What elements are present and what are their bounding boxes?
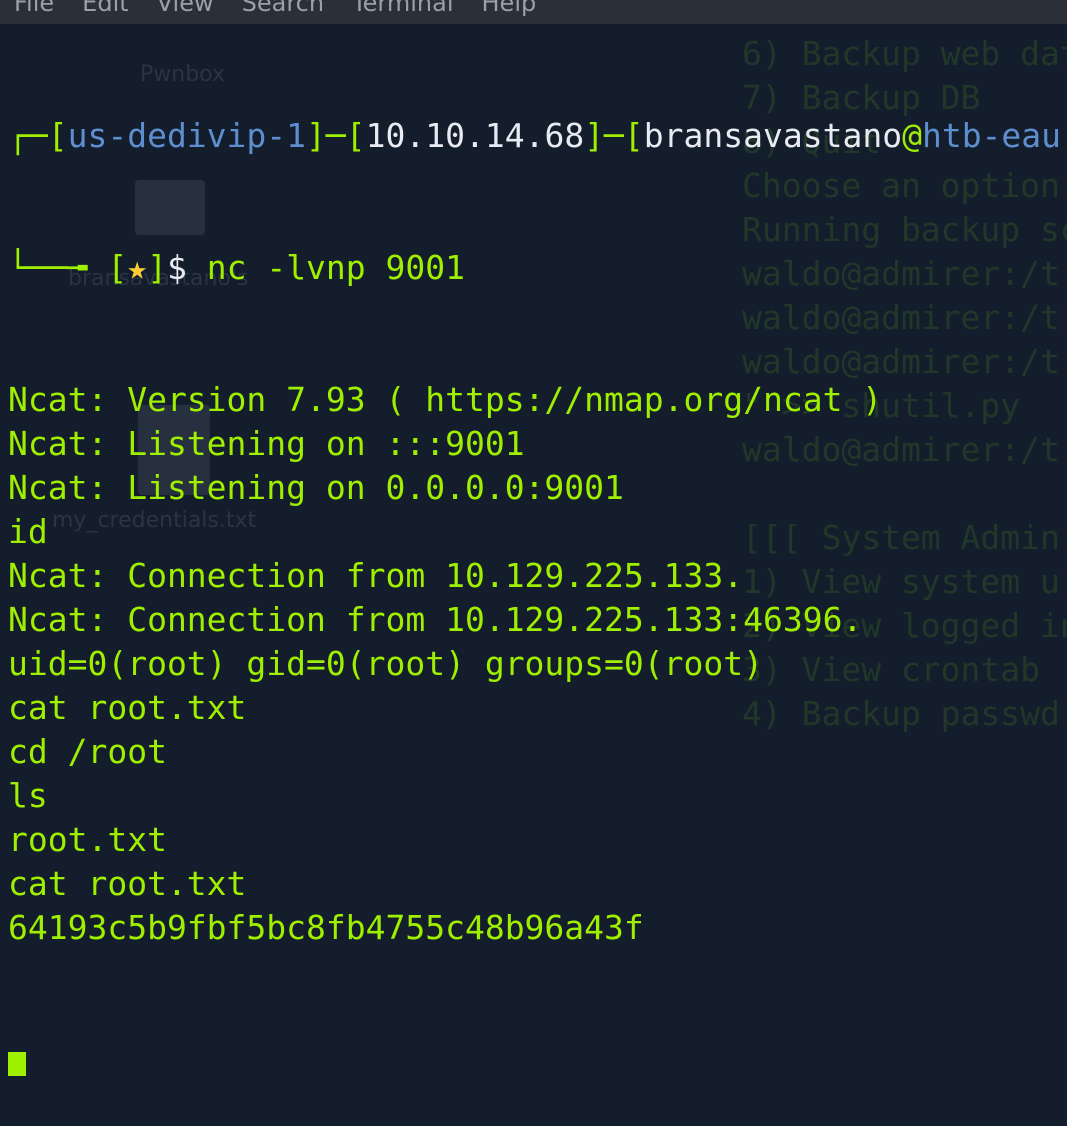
menu-help[interactable]: Help (468, 0, 551, 24)
prompt-machine: htb-eau (921, 116, 1062, 155)
output-line: cat root.txt (8, 864, 247, 903)
menu-terminal[interactable]: Terminal (338, 0, 467, 24)
prompt-bracket: ] (147, 248, 167, 287)
prompt-sep: ]─[ (584, 116, 644, 155)
output-line: Ncat: Version 7.93 ( https://nmap.org/nc… (8, 380, 883, 419)
output-line: Ncat: Listening on 0.0.0.0:9001 (8, 468, 624, 507)
star-icon: ★ (127, 248, 148, 287)
command: nc -lvnp 9001 (206, 248, 465, 287)
prompt-ip: 10.10.14.68 (365, 116, 585, 155)
output-line: uid=0(root) gid=0(root) groups=0(root) (8, 644, 763, 683)
prompt-at: @ (902, 116, 922, 155)
prompt-sep: ]─[ (306, 116, 366, 155)
prompt-corner: ┌─[ (8, 116, 68, 155)
output-line: id (8, 512, 48, 551)
prompt-user: bransavastano (643, 116, 903, 155)
output-line: cat root.txt (8, 688, 247, 727)
output-line: Ncat: Connection from 10.129.225.133:463… (8, 600, 863, 639)
output-line: 64193c5b9fbf5bc8fb4755c48b96a43f (8, 908, 644, 947)
prompt-symbol: $ (166, 248, 187, 287)
cursor (8, 1052, 26, 1076)
output-line: cd /root (8, 732, 167, 771)
output-line: Ncat: Connection from 10.129.225.133. (8, 556, 744, 595)
prompt-arrow: └──╼ [ (8, 248, 128, 287)
menu-edit[interactable]: Edit (68, 0, 142, 24)
cursor-line (8, 1038, 1061, 1082)
menu-bar: File Edit View Search Terminal Help (0, 0, 1067, 24)
output-line: ls (8, 776, 48, 815)
prompt-line-1: ┌─[us-dedivip-1]─[10.10.14.68]─[bransava… (8, 114, 1061, 158)
menu-search[interactable]: Search (228, 0, 338, 24)
prompt-host: us-dedivip-1 (67, 116, 307, 155)
output-line: root.txt (8, 820, 167, 859)
menu-file[interactable]: File (0, 0, 68, 24)
menu-view[interactable]: View (143, 0, 228, 24)
prompt-line-2: └──╼ [★]$ nc -lvnp 9001 (8, 246, 1061, 290)
output-line: Ncat: Listening on :::9001 (8, 424, 525, 463)
terminal-output[interactable]: ┌─[us-dedivip-1]─[10.10.14.68]─[bransava… (8, 26, 1061, 1126)
